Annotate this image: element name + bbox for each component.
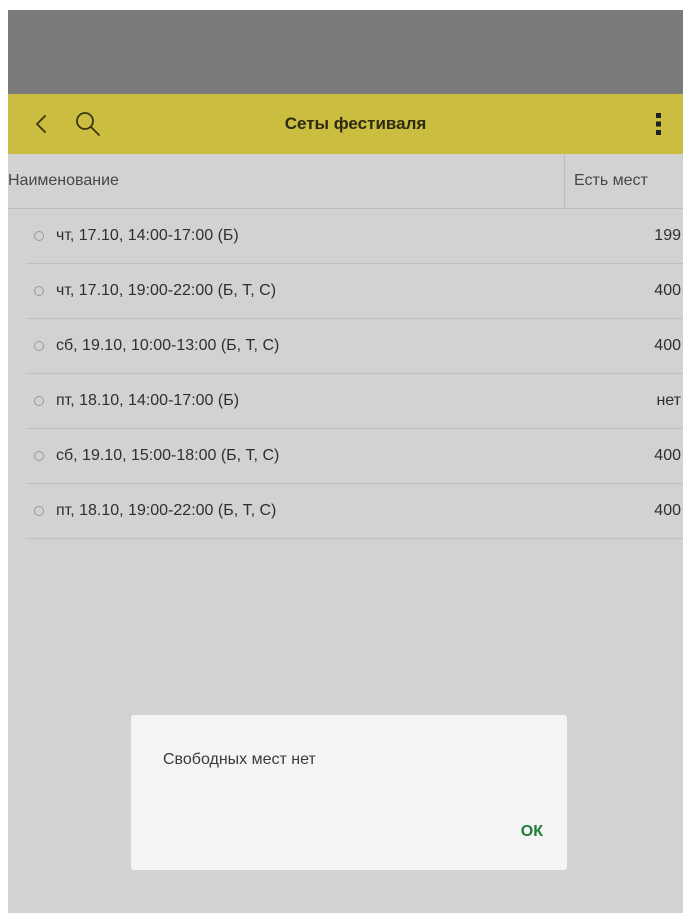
radio-icon[interactable]	[34, 396, 44, 406]
page-title: Сеты фестиваля	[284, 114, 427, 133]
seats-value: 400	[654, 502, 681, 519]
radio-icon[interactable]	[34, 231, 44, 241]
set-label: пт, 18.10, 19:00-22:00 (Б, Т, С)	[56, 502, 277, 519]
table-row[interactable]: чт, 17.10, 14:00-17:00 (Б) 199	[26, 209, 683, 264]
set-label: пт, 18.10, 14:00-17:00 (Б)	[56, 392, 240, 409]
column-header-seats[interactable]: Есть мест	[574, 154, 648, 208]
status-bar-area	[8, 10, 683, 94]
sets-list: чт, 17.10, 14:00-17:00 (Б) 199 чт, 17.10…	[8, 209, 683, 539]
app-screen: Сеты фестиваля Наименование Есть мест чт…	[8, 10, 683, 913]
seats-value: 400	[654, 447, 681, 464]
table-header: Наименование Есть мест	[8, 154, 683, 209]
dialog-message: Свободных мест нет	[163, 751, 316, 768]
table-row[interactable]: пт, 18.10, 19:00-22:00 (Б, Т, С) 400	[26, 484, 683, 539]
seats-value: 400	[654, 337, 681, 354]
column-header-name[interactable]: Наименование	[8, 154, 119, 208]
set-label: чт, 17.10, 14:00-17:00 (Б)	[56, 227, 239, 244]
app-bar: Сеты фестиваля	[8, 94, 683, 154]
set-label: чт, 17.10, 19:00-22:00 (Б, Т, С)	[56, 282, 277, 299]
table-row[interactable]: чт, 17.10, 19:00-22:00 (Б, Т, С) 400	[26, 264, 683, 319]
radio-icon[interactable]	[34, 286, 44, 296]
radio-icon[interactable]	[34, 506, 44, 516]
table-row[interactable]: сб, 19.10, 10:00-13:00 (Б, Т, С) 400	[26, 319, 683, 374]
radio-icon[interactable]	[34, 341, 44, 351]
ok-button[interactable]: ОК	[521, 823, 543, 841]
more-vert-icon[interactable]	[651, 110, 667, 138]
alert-dialog: Свободных мест нет ОК	[131, 715, 567, 870]
table-row[interactable]: пт, 18.10, 14:00-17:00 (Б) нет	[26, 374, 683, 429]
seats-value: нет	[656, 392, 681, 409]
set-label: сб, 19.10, 10:00-13:00 (Б, Т, С)	[56, 337, 280, 354]
seats-value: 400	[654, 282, 681, 299]
seats-value: 199	[654, 227, 681, 244]
radio-icon[interactable]	[34, 451, 44, 461]
table-row[interactable]: сб, 19.10, 15:00-18:00 (Б, Т, С) 400	[26, 429, 683, 484]
set-label: сб, 19.10, 15:00-18:00 (Б, Т, С)	[56, 447, 280, 464]
column-divider	[564, 154, 565, 208]
